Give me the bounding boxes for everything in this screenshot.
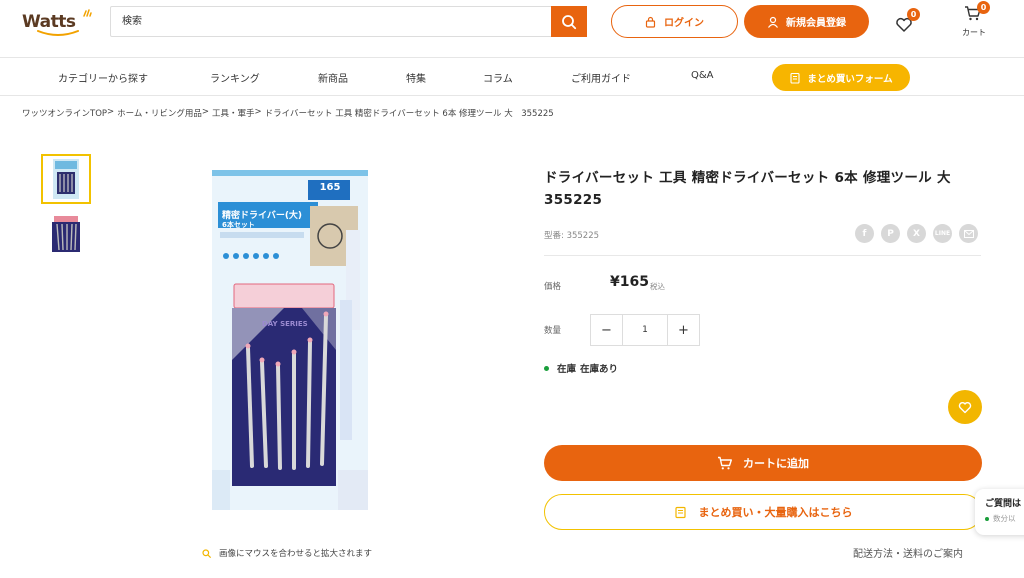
lock-icon	[645, 16, 656, 28]
cart-button[interactable]: 0 カート	[958, 1, 992, 37]
search-input[interactable]	[111, 7, 551, 36]
chat-title: ご質問は	[985, 499, 1022, 509]
bulk-form-button[interactable]: まとめ買いフォーム	[772, 64, 910, 91]
add-to-favorites-button[interactable]	[948, 390, 982, 424]
thumbnail-image	[52, 216, 80, 252]
quantity-label: 数量	[544, 326, 562, 336]
breadcrumb-link[interactable]: ワッツオンラインTOP	[22, 107, 107, 119]
nav-item-guide[interactable]: ご利用ガイド	[571, 70, 631, 85]
online-indicator-icon	[985, 516, 989, 521]
line-icon[interactable]: LINE	[933, 224, 952, 243]
search-icon	[562, 14, 577, 29]
register-button[interactable]: 新規会員登録	[744, 5, 869, 38]
price-tax-label: 税込	[650, 282, 665, 291]
price-value: ¥165	[610, 274, 649, 290]
form-icon	[790, 72, 800, 84]
quantity-stepper: − 1 +	[590, 314, 700, 346]
product-title: ドライバーセット 工具 精密ドライバーセット 6本 修理ツール 大 355225	[544, 170, 965, 208]
wishlist-button[interactable]: 0	[894, 8, 920, 34]
bulk-purchase-label: まとめ買い・大量購入はこちら	[698, 506, 853, 519]
main-product-image[interactable]: 165 精密ドライバー(大) 6本セット DAY SERIES	[212, 170, 370, 510]
bulk-purchase-button[interactable]: まとめ買い・大量購入はこちら	[544, 494, 982, 530]
cart-label: カート	[962, 28, 986, 37]
bulk-form-label: まとめ買いフォーム	[807, 73, 893, 85]
price-label: 価格	[544, 282, 562, 292]
user-icon	[768, 16, 778, 28]
stock-indicator-icon	[544, 365, 549, 371]
thumbnail-2[interactable]	[41, 209, 91, 259]
add-to-cart-button[interactable]: カートに追加	[544, 445, 982, 481]
chat-widget[interactable]: ご質問は 数分以	[975, 489, 1024, 535]
chat-status-text: 数分以	[993, 514, 1016, 523]
login-label: ログイン	[664, 18, 704, 29]
search-button[interactable]	[551, 6, 587, 37]
quantity-increase-button[interactable]: +	[668, 315, 699, 345]
pinterest-icon[interactable]: P	[881, 224, 900, 243]
logo-spark-icon	[83, 9, 92, 17]
mail-icon[interactable]	[959, 224, 978, 243]
stock-label: 在庫	[557, 364, 577, 375]
sku-label: 型番:	[544, 231, 564, 241]
nav-item-ranking[interactable]: ランキング	[210, 70, 260, 85]
x-icon[interactable]: X	[907, 224, 926, 243]
logo-smile-icon	[37, 30, 79, 36]
quantity-input[interactable]: 1	[622, 315, 668, 345]
divider	[544, 255, 981, 256]
shipping-info-link[interactable]: 配送方法・送料のご案内	[853, 545, 963, 560]
package-subtitle: 6本セット	[222, 221, 255, 229]
facebook-icon[interactable]: f	[855, 224, 874, 243]
breadcrumb-link[interactable]: ホーム・リビング用品	[117, 107, 202, 119]
nav-item-new-products[interactable]: 新商品	[318, 70, 348, 85]
share-buttons: f P X LINE	[855, 224, 978, 243]
stock-value: 在庫あり	[580, 364, 619, 375]
site-header: Watts ログイン 新規会員登録	[0, 0, 1024, 57]
search-box	[110, 6, 587, 37]
watts-logo[interactable]: Watts	[22, 8, 92, 36]
login-button[interactable]: ログイン	[611, 5, 738, 38]
thumbnail-1[interactable]	[41, 154, 91, 204]
nav-item-column[interactable]: コラム	[483, 70, 513, 85]
cart-icon	[718, 456, 732, 470]
breadcrumb: ワッツオンラインTOP > ホーム・リビング用品 > 工具・軍手 > ドライバーセット…	[22, 107, 554, 119]
wishlist-count-badge: 0	[907, 8, 920, 21]
zoom-hint: 画像にマウスを合わせると拡大されます	[202, 547, 372, 559]
zoom-icon	[202, 548, 211, 558]
breadcrumb-current: ドライバーセット 工具 精密ドライバーセット 6本 修理ツール 大 355225	[264, 109, 554, 119]
stock-status: 在庫 在庫あり	[544, 361, 618, 375]
zoom-hint-text: 画像にマウスを合わせると拡大されます	[219, 549, 373, 559]
chat-status: 数分以	[985, 513, 1024, 524]
sku: 型番: 355225	[544, 229, 599, 241]
bulk-form-icon	[674, 506, 686, 518]
register-label: 新規会員登録	[786, 18, 846, 29]
nav-item-features[interactable]: 特集	[406, 70, 426, 85]
nav-item-categories[interactable]: カテゴリーから探す	[58, 70, 148, 85]
quantity-decrease-button[interactable]: −	[591, 315, 622, 345]
package-series: DAY SERIES	[262, 320, 308, 328]
logo-text: Watts	[22, 12, 76, 32]
add-to-cart-label: カートに追加	[743, 457, 809, 470]
cart-count-badge: 0	[977, 1, 990, 14]
main-nav: カテゴリーから探す ランキング 新商品 特集 コラム ご利用ガイド Q&A まと…	[0, 57, 1024, 96]
sku-value: 355225	[566, 231, 600, 241]
heart-icon	[958, 401, 972, 413]
thumbnail-image	[53, 159, 79, 199]
nav-item-qa[interactable]: Q&A	[691, 70, 714, 81]
breadcrumb-link[interactable]: 工具・軍手	[212, 107, 255, 119]
package-price-tag: 165	[319, 182, 341, 193]
